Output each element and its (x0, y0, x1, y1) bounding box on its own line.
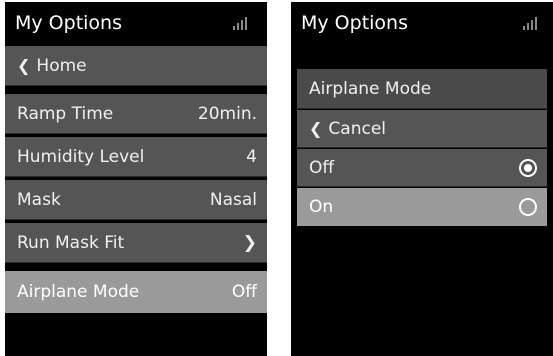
menu-item-label: Humidity Level (17, 146, 145, 167)
radio-empty-icon[interactable] (519, 198, 537, 216)
menu-item-label: Ramp Time (17, 103, 114, 124)
menu-item-value: Nasal (209, 189, 257, 210)
chevron-left-icon: ❮ (17, 55, 31, 75)
airplane-mode-screen: My Options Airplane Mode ❮ Cancel Off On (291, 2, 553, 356)
radio-selected-icon[interactable] (519, 158, 537, 177)
menu-item-value: Off (231, 282, 257, 302)
home-back-button[interactable]: ❮ Home (5, 46, 267, 86)
menu-item-label: Airplane Mode (17, 282, 140, 302)
option-label: On (309, 197, 334, 217)
chevron-left-icon: ❮ (309, 118, 323, 138)
screen-title: My Options (15, 12, 122, 34)
cancel-label: Cancel (328, 118, 386, 139)
menu-item-value: 4 (246, 146, 257, 167)
screen-title: My Options (301, 12, 408, 34)
menu-item-ramp-time[interactable]: Ramp Time 20min. (5, 94, 267, 134)
option-label: Off (309, 157, 335, 178)
menu-item-label: Run Mask Fit (17, 232, 125, 253)
menu-item-value: 20min. (197, 103, 257, 124)
menu-item-run-mask-fit[interactable]: Run Mask Fit ❯ (5, 223, 267, 263)
option-off[interactable]: Off (297, 149, 547, 187)
chevron-right-icon: ❯ (242, 232, 257, 253)
menu-item-humidity-level[interactable]: Humidity Level 4 (5, 137, 267, 177)
signal-icon (523, 16, 541, 30)
menu-item-mask[interactable]: Mask Nasal (5, 180, 267, 220)
menu-item-label: Mask (17, 189, 61, 210)
submenu-header: Airplane Mode (297, 69, 547, 109)
options-screen-main: My Options ❮ Home Ramp Time 20min. Humidi… (5, 2, 267, 356)
submenu-title: Airplane Mode (309, 78, 432, 99)
home-label: Home (36, 55, 87, 76)
signal-icon (233, 16, 251, 30)
option-on[interactable]: On (297, 188, 547, 226)
cancel-button[interactable]: ❮ Cancel (297, 110, 547, 148)
menu-item-airplane-mode[interactable]: Airplane Mode Off (5, 271, 267, 313)
